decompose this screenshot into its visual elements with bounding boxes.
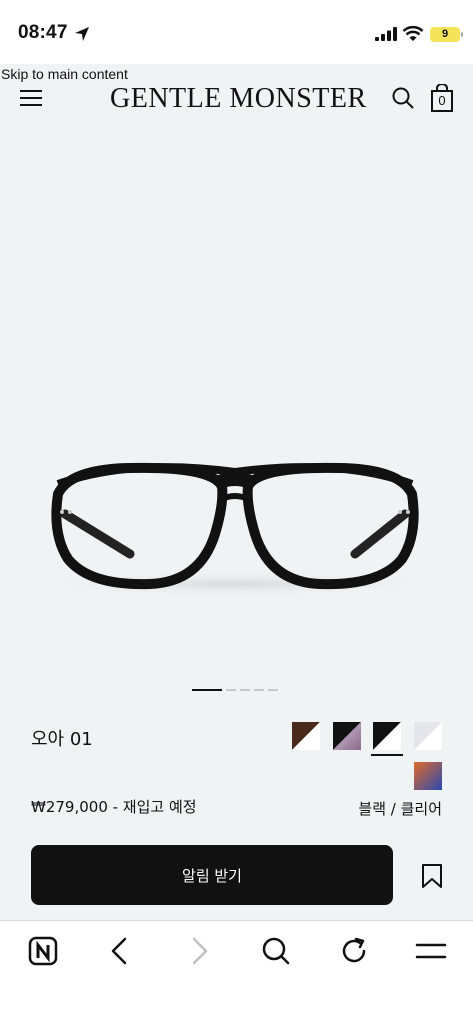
back-icon[interactable]: [104, 935, 136, 967]
product-name: 오아 01: [31, 729, 93, 750]
naver-home-icon[interactable]: [27, 935, 59, 967]
notify-me-button[interactable]: 알림 받기: [31, 845, 393, 905]
color-swatch-black-clear[interactable]: [373, 722, 401, 750]
search-icon[interactable]: [260, 935, 292, 967]
color-swatch-black-purple[interactable]: [333, 722, 361, 750]
wifi-icon: [402, 26, 424, 41]
skip-to-content-link[interactable]: Skip to main content: [1, 66, 128, 82]
carousel-dot[interactable]: [254, 689, 264, 691]
product-price: ₩279,000 - 재입고 예정: [31, 798, 197, 816]
product-image[interactable]: [10, 444, 460, 624]
notify-me-label: 알림 받기: [182, 866, 242, 885]
battery-icon: 9: [430, 27, 463, 42]
menu-icon[interactable]: [20, 90, 42, 106]
carousel-dot[interactable]: [268, 689, 278, 691]
site-logo[interactable]: GENTLE MONSTER: [110, 83, 367, 115]
carousel-dot[interactable]: [240, 689, 250, 691]
carousel-dot[interactable]: [192, 689, 222, 691]
bookmark-icon[interactable]: [420, 863, 444, 889]
search-icon[interactable]: [391, 86, 415, 110]
browser-toolbar: [0, 920, 473, 1024]
status-bar: 08:47 9: [0, 0, 473, 64]
signal-icon: [375, 27, 397, 41]
selected-color-name: 블랙 / 클리어: [358, 800, 442, 818]
cart-count: 0: [438, 93, 446, 108]
carousel-dot[interactable]: [226, 689, 236, 691]
color-swatch-orange-blue[interactable]: [414, 762, 442, 790]
shopping-bag-icon[interactable]: 0: [430, 84, 454, 112]
location-arrow-icon: [75, 27, 89, 41]
web-page: Skip to main content GENTLE MONSTER 0 오아…: [0, 64, 473, 920]
selected-swatch-indicator: [371, 754, 403, 756]
forward-icon[interactable]: [183, 935, 215, 967]
color-swatch-brown[interactable]: [292, 722, 320, 750]
refresh-icon[interactable]: [338, 935, 370, 967]
color-swatch-clear[interactable]: [414, 722, 442, 750]
menu-icon[interactable]: [415, 935, 447, 967]
status-time: 08:47: [18, 22, 68, 43]
